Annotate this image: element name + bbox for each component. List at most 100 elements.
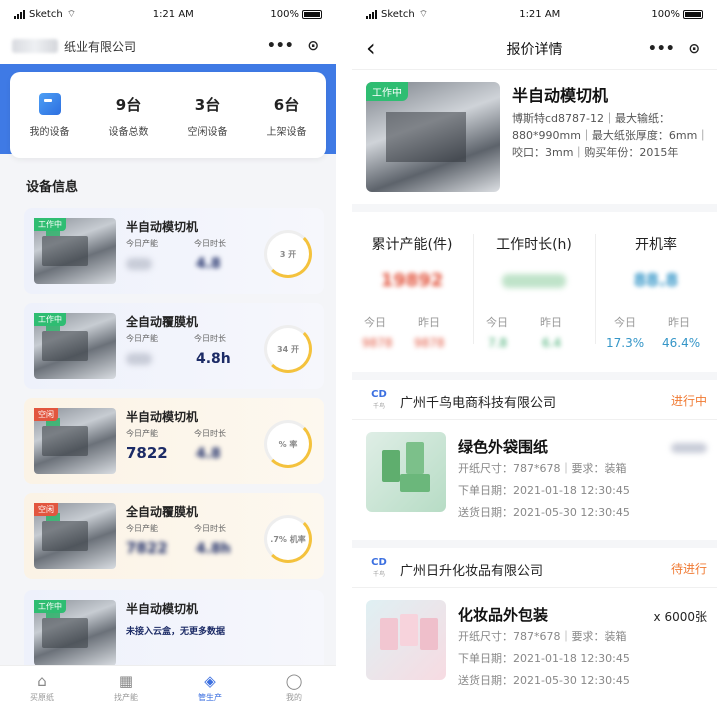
order-date: 下单日期：2021-01-18 12:30:45 — [458, 652, 630, 665]
more-icon[interactable]: ••• — [648, 41, 675, 57]
device-name: 全自动覆膜机 — [126, 315, 199, 329]
stat-label: 设备总数 — [108, 126, 149, 138]
product-spec: 博斯特cd8787-12｜最大输纸：880*990mm｜最大纸张厚度：6mm｜咬… — [512, 112, 709, 159]
utilization-ring: 3 开 — [264, 230, 312, 278]
section-title: 设备信息 — [26, 180, 79, 195]
yesterday-label: 昨日 — [540, 316, 562, 329]
metric-value: 19892 — [380, 270, 444, 291]
device-card[interactable]: 工作中 半自动模切机 今日产能 今日时长 4.8 3 开 — [24, 208, 324, 294]
stat-value: 6台 — [273, 95, 300, 114]
logo-sub: 千鸟 — [372, 403, 385, 410]
duration-value: 4.8 — [196, 446, 221, 462]
output-label: 今日产能 — [126, 239, 158, 248]
order-status: 待进行 — [670, 562, 707, 576]
tab-label: 找产能 — [114, 693, 138, 702]
order-quantity — [671, 440, 707, 454]
order-header: CD 千鸟 广州日升化妆品有限公司 待进行 — [352, 548, 717, 588]
shop-icon: ⌂ — [37, 672, 47, 690]
back-icon[interactable]: ‹ — [366, 34, 376, 62]
device-icon — [38, 92, 61, 115]
tab-label: 管生产 — [198, 693, 222, 702]
delivery-date: 送货日期：2021-05-30 12:30:45 — [458, 506, 630, 519]
status-badge: 工作中 — [366, 82, 408, 101]
metric-output: 累计产能(件) 19892 今日 昨日 9878 9878 — [352, 212, 472, 362]
output-value — [126, 254, 152, 272]
carrier-label: Sketch — [381, 8, 415, 20]
target-icon[interactable]: ⊙ — [688, 41, 700, 57]
tab-manage-production[interactable]: ◈ 管生产 — [180, 672, 240, 703]
metric-title: 工作时长(h) — [496, 237, 572, 253]
logo-text: CD — [371, 389, 387, 400]
output-value: 7822 — [126, 444, 168, 462]
layers-icon: ◈ — [204, 672, 216, 690]
order-date: 下单日期：2021-01-18 12:30:45 — [458, 484, 630, 497]
product-summary: 工作中 半自动模切机 博斯特cd8787-12｜最大输纸：880*990mm｜最… — [352, 72, 717, 202]
metric-value: 88.8 — [633, 270, 679, 291]
company-name: 广州日升化妆品有限公司 — [400, 564, 544, 579]
today-value: 17.3% — [606, 336, 645, 350]
device-card[interactable]: 空闲 半自动模切机 今日产能 今日时长 7822 4.8 % 率 — [24, 398, 324, 484]
more-icon[interactable]: ••• — [267, 38, 294, 54]
company-logo: CD 千鸟 — [368, 389, 390, 411]
order-header: CD 千鸟 广州千鸟电商科技有限公司 进行中 — [352, 380, 717, 420]
carrier-label: Sketch — [29, 8, 63, 20]
utilization-ring: % 率 — [264, 420, 312, 468]
left-phone-screen: Sketch ⌔ 1:21 AM 100% 纸业有限公司 ••• ⊙ 我的设备 … — [0, 0, 336, 709]
utilization-ring: 34 开 — [264, 325, 312, 373]
company-logo: CD 千鸟 — [368, 557, 390, 579]
device-name: 半自动模切机 — [126, 220, 199, 234]
target-icon[interactable]: ⊙ — [307, 38, 319, 54]
divider — [352, 540, 717, 548]
no-data-note: 未接入云盒，无更多数据 — [126, 627, 226, 637]
stat-my-devices[interactable]: 我的设备 — [15, 92, 85, 138]
status-bar: Sketch ⌔ 1:21 AM 100% — [352, 0, 717, 28]
output-label: 今日产能 — [126, 334, 158, 343]
yesterday-value: 9878 — [414, 336, 445, 350]
product-photo — [366, 432, 446, 512]
metrics-panel: 累计产能(件) 19892 今日 昨日 9878 9878 工作时长(h) 今日… — [352, 212, 717, 370]
company-title: 纸业有限公司 — [64, 39, 137, 54]
bottom-tab-bar: ⌂ 买原纸 ▦ 找产能 ◈ 管生产 ◯ 我的 — [0, 665, 336, 709]
grid-icon: ▦ — [118, 672, 134, 690]
device-card[interactable]: 工作中 全自动覆膜机 今日产能 今日时长 4.8h 34 开 — [24, 303, 324, 389]
device-card[interactable]: 工作中 半自动模切机 未接入云盒，无更多数据 — [24, 590, 324, 676]
company-header: 纸业有限公司 ••• ⊙ — [0, 28, 336, 64]
status-badge: 工作中 — [34, 600, 66, 613]
delivery-date: 送货日期：2021-05-30 12:30:45 — [458, 674, 630, 687]
duration-value: 4.8h — [196, 351, 231, 367]
right-phone-screen: Sketch ⌔ 1:21 AM 100% ‹ 报价详情 ••• ⊙ 工作中 半… — [352, 0, 717, 709]
order-card[interactable]: CD 千鸟 广州千鸟电商科技有限公司 进行中 绿色外袋围纸 开纸尺寸：787*67… — [352, 380, 717, 540]
device-name: 半自动模切机 — [126, 410, 199, 424]
yesterday-label: 昨日 — [418, 316, 440, 329]
product-name: 半自动模切机 — [512, 86, 609, 105]
yesterday-value: 46.4% — [662, 336, 701, 350]
metric-utilization: 开机率 88.8 今日 昨日 17.3% 46.4% — [596, 212, 716, 362]
mini-program-capsule: ••• ⊙ — [641, 37, 707, 61]
yesterday-label: 昨日 — [668, 316, 690, 329]
tab-find-capacity[interactable]: ▦ 找产能 — [96, 672, 156, 703]
order-status: 进行中 — [670, 394, 707, 408]
stat-listed-devices[interactable]: 6台 上架设备 — [252, 93, 322, 138]
divider — [352, 372, 717, 380]
stat-idle-devices[interactable]: 3台 空闲设备 — [173, 93, 243, 138]
metric-title: 开机率 — [635, 237, 677, 253]
stat-total-devices[interactable]: 9台 设备总数 — [94, 93, 164, 138]
today-value: 7.8 — [488, 336, 508, 350]
logo-text: CD — [371, 557, 387, 568]
mini-program-capsule: ••• ⊙ — [260, 34, 326, 58]
wifi-icon: ⌔ — [66, 8, 77, 20]
battery-icon — [683, 9, 703, 19]
status-badge: 工作中 — [34, 313, 66, 326]
blurred-company-prefix — [12, 39, 58, 53]
battery-label: 100% — [270, 8, 299, 20]
stat-label: 我的设备 — [29, 126, 70, 138]
company-name: 广州千鸟电商科技有限公司 — [400, 396, 557, 411]
duration-value: 4.8h — [196, 541, 231, 557]
tab-me[interactable]: ◯ 我的 — [264, 672, 324, 703]
device-card[interactable]: 空闲 全自动覆膜机 今日产能 今日时长 7822 4.8h .7% 机率 — [24, 493, 324, 579]
tab-buy-paper[interactable]: ⌂ 买原纸 — [12, 672, 72, 703]
order-card[interactable]: CD 千鸟 广州日升化妆品有限公司 待进行 化妆品外包装 x 6000张 开纸尺寸… — [352, 548, 717, 708]
output-value: 7822 — [126, 539, 168, 557]
logo-sub: 千鸟 — [372, 571, 385, 578]
tab-label: 我的 — [286, 693, 302, 702]
